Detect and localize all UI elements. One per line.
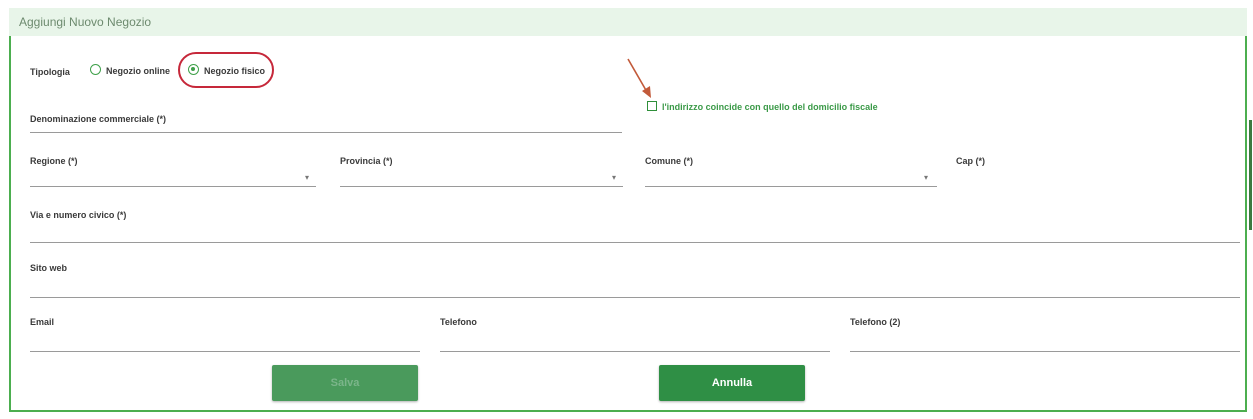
- scrollbar[interactable]: [1249, 120, 1252, 230]
- sito-input[interactable]: [30, 297, 1240, 298]
- comune-chevron-down-icon[interactable]: ▾: [924, 173, 928, 182]
- regione-chevron-down-icon[interactable]: ▾: [305, 173, 309, 182]
- panel-header: Aggiungi Nuovo Negozio: [9, 8, 1247, 36]
- provincia-select[interactable]: [340, 186, 623, 187]
- tipologia-label: Tipologia: [30, 67, 70, 77]
- sito-label: Sito web: [30, 263, 68, 273]
- regione-label: Regione (*): [30, 156, 78, 166]
- provincia-chevron-down-icon[interactable]: ▾: [612, 173, 616, 182]
- provincia-label: Provincia (*): [340, 156, 393, 166]
- comune-label: Comune (*): [645, 156, 693, 166]
- regione-select[interactable]: [30, 186, 316, 187]
- radio-negozio-online[interactable]: [90, 64, 101, 75]
- telefono2-label: Telefono (2): [850, 317, 901, 327]
- telefono-label: Telefono: [440, 317, 477, 327]
- cap-label: Cap (*): [956, 156, 985, 166]
- radio-negozio-online-label[interactable]: Negozio online: [106, 66, 170, 76]
- email-label: Email: [30, 317, 55, 327]
- denominazione-input[interactable]: [30, 132, 622, 133]
- save-button[interactable]: Salva: [272, 365, 418, 401]
- indirizzo-checkbox[interactable]: [647, 101, 657, 111]
- denominazione-label: Denominazione commerciale (*): [30, 114, 167, 124]
- via-input[interactable]: [30, 242, 1240, 243]
- indirizzo-checkbox-label[interactable]: l'indirizzo coincide con quello del domi…: [662, 102, 878, 112]
- via-label: Via e numero civico (*): [30, 210, 127, 220]
- email-input[interactable]: [30, 351, 420, 352]
- annotation-arrow-icon: [627, 58, 651, 98]
- panel-title: Aggiungi Nuovo Negozio: [19, 15, 152, 29]
- telefono2-input[interactable]: [850, 351, 1240, 352]
- telefono-input[interactable]: [440, 351, 830, 352]
- annotation-oval: [178, 52, 274, 88]
- comune-select[interactable]: [645, 186, 937, 187]
- cancel-button[interactable]: Annulla: [659, 365, 805, 401]
